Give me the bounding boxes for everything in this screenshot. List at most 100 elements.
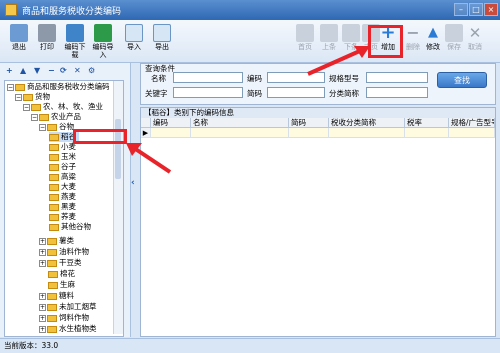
- table-row-cell[interactable]: [151, 128, 191, 138]
- code-download-button[interactable]: 编码下载: [62, 23, 88, 59]
- cancel-button[interactable]: ✕ 取消: [462, 23, 488, 59]
- tree-add-icon[interactable]: +: [6, 66, 13, 75]
- tree-collapse-icon[interactable]: −: [48, 66, 55, 75]
- category-tree: − 商品和服务税收分类编码 − 货物 − 农、林、牧、渔业 − 农业产品 − 谷物 稻谷 …: [4, 80, 124, 337]
- table-row-cell[interactable]: [449, 128, 495, 138]
- exit-label: 退出: [12, 43, 26, 51]
- import-button[interactable]: 导入: [121, 23, 147, 59]
- maximize-button[interactable]: □: [469, 3, 483, 16]
- tree-node-raw-hemp[interactable]: 生麻: [48, 280, 75, 290]
- column-header-code[interactable]: 编码: [151, 118, 191, 128]
- tree-node-label: 商品和服务税收分类编码: [27, 82, 110, 91]
- code-grid: 【稻谷】类别下的编码信息 编码 名称 简码 税收分类简称 税率 规格/广告型号 …: [140, 107, 496, 337]
- tree-node-millet[interactable]: 谷子: [49, 162, 76, 172]
- search-button[interactable]: 查找: [437, 72, 487, 88]
- tree-node-other-grains[interactable]: 其他谷物: [49, 222, 91, 232]
- table-export-icon: [153, 24, 171, 42]
- category-input[interactable]: [366, 87, 428, 98]
- column-header-name[interactable]: 名称: [191, 118, 289, 128]
- tree-node-label: 农业产品: [51, 112, 81, 121]
- tree-node-label: 棉花: [60, 269, 75, 278]
- tree-node-dry-beans[interactable]: + 干豆类: [39, 258, 82, 268]
- import-icon: [94, 24, 112, 42]
- import-label: 导入: [127, 43, 141, 51]
- tree-refresh-icon[interactable]: ⟳: [60, 66, 67, 75]
- export-button[interactable]: 导出: [149, 23, 175, 59]
- tree-node-label: 农、林、牧、渔业: [43, 102, 103, 111]
- tree-node-label: 谷物: [59, 122, 74, 131]
- app-icon: [5, 4, 17, 16]
- tree-settings-icon[interactable]: ⚙: [88, 66, 95, 75]
- tree-node-label: 黑麦: [61, 202, 76, 211]
- tree-tools: + ▲ ▼ − ⟳ ✕ ⚙: [0, 63, 130, 79]
- table-row-cell[interactable]: [329, 128, 405, 138]
- tree-scrollbar[interactable]: [113, 81, 123, 334]
- minimize-button[interactable]: –: [454, 3, 468, 16]
- title-bar: 商品和服务税收分类编码 – □ ×: [0, 0, 500, 20]
- tree-down-icon[interactable]: ▼: [34, 66, 40, 75]
- keyword-input[interactable]: [173, 87, 243, 98]
- code-download-label: 编码下载: [64, 43, 86, 59]
- tree-node-label: 其他谷物: [61, 222, 91, 231]
- column-header-tax-rate[interactable]: 税率: [405, 118, 449, 128]
- tree-node-root[interactable]: − 商品和服务税收分类编码: [7, 82, 110, 92]
- tree-node-label: 薯类: [59, 236, 74, 245]
- spec-input[interactable]: [366, 72, 428, 83]
- grid-title: 【稻谷】类别下的编码信息: [141, 108, 495, 118]
- tree-node-farm-products[interactable]: − 农业产品: [31, 112, 81, 122]
- cancel-label: 取消: [468, 43, 482, 51]
- tree-node-label: 货物: [35, 92, 50, 101]
- table-import-icon: [125, 24, 143, 42]
- tree-node-agriculture[interactable]: − 农、林、牧、渔业: [23, 102, 103, 112]
- tree-node-sugar-crops[interactable]: + 糖料: [39, 291, 74, 301]
- tree-node-feed-crops[interactable]: + 饲料作物: [39, 313, 89, 323]
- category-pane: + ▲ ▼ − ⟳ ✕ ⚙ − 商品和服务税收分类编码 − 货物 − 农、林、牧、渔业…: [0, 63, 131, 337]
- tree-node-rye[interactable]: 黑麦: [49, 202, 76, 212]
- window-title: 商品和服务税收分类编码: [22, 7, 122, 17]
- name-input[interactable]: [173, 72, 243, 83]
- tree-node-tobacco[interactable]: + 未加工烟草: [39, 302, 97, 312]
- table-row-cell[interactable]: [191, 128, 289, 138]
- tree-node-label: 未加工烟草: [59, 302, 97, 311]
- table-row-cell[interactable]: [289, 128, 329, 138]
- column-header-spec[interactable]: 规格/广告型号: [449, 118, 495, 128]
- cancel-icon: ✕: [468, 24, 482, 42]
- column-header-tax-category[interactable]: 税收分类简称: [329, 118, 405, 128]
- printer-icon: [38, 24, 56, 42]
- exit-button[interactable]: 退出: [6, 23, 32, 59]
- export-label: 导出: [155, 43, 169, 51]
- tree-node-sorghum[interactable]: 高粱: [49, 172, 76, 182]
- table-row-cell[interactable]: [405, 128, 449, 138]
- tree-node-cotton[interactable]: 棉花: [48, 269, 75, 279]
- tree-node-label: 谷子: [61, 162, 76, 171]
- tree-node-label: 燕麦: [61, 192, 76, 201]
- row-indicator-icon: ▶: [141, 128, 151, 138]
- close-button[interactable]: ×: [484, 3, 498, 16]
- code-label: 编码: [247, 74, 262, 83]
- collapse-pane-icon[interactable]: ‹: [131, 178, 139, 190]
- application-window: 商品和服务税收分类编码 – □ × 退出 打印 编码下载 编码导入 导入 导出: [0, 0, 500, 353]
- tree-node-oats[interactable]: 燕麦: [49, 192, 76, 202]
- tree-node-wheat[interactable]: 小麦: [49, 142, 76, 152]
- tree-node-tubers[interactable]: + 薯类: [39, 236, 74, 246]
- tree-scrollbar-thumb[interactable]: [115, 119, 121, 179]
- tree-node-corn[interactable]: 玉米: [49, 152, 76, 162]
- column-header-shortcode[interactable]: 简码: [289, 118, 329, 128]
- tree-node-label: 干豆类: [59, 258, 82, 267]
- tree-node-buckwheat[interactable]: 荞麦: [49, 212, 76, 222]
- toolbar: 退出 打印 编码下载 编码导入 导入 导出 首页 上条 下条 末页 + 增加 −…: [0, 20, 500, 63]
- tree-node-label: 高粱: [61, 172, 76, 181]
- tree-node-oil-crops[interactable]: + 油料作物: [39, 247, 89, 257]
- tree-node-goods[interactable]: − 货物: [15, 92, 50, 102]
- code-import-button[interactable]: 编码导入: [90, 23, 116, 59]
- tree-node-barley[interactable]: 大麦: [49, 182, 76, 192]
- tree-node-label: 荞麦: [61, 212, 76, 221]
- print-button[interactable]: 打印: [34, 23, 60, 59]
- tree-up-icon[interactable]: ▲: [20, 66, 26, 75]
- tree-delete-icon[interactable]: ✕: [74, 66, 81, 75]
- edit-icon: ▲: [428, 25, 438, 40]
- shortcode-input[interactable]: [267, 87, 325, 98]
- exit-icon: [10, 24, 28, 42]
- tree-node-grains[interactable]: − 谷物: [39, 122, 74, 132]
- tree-node-aquatic-plants[interactable]: + 水生植物类: [39, 324, 97, 334]
